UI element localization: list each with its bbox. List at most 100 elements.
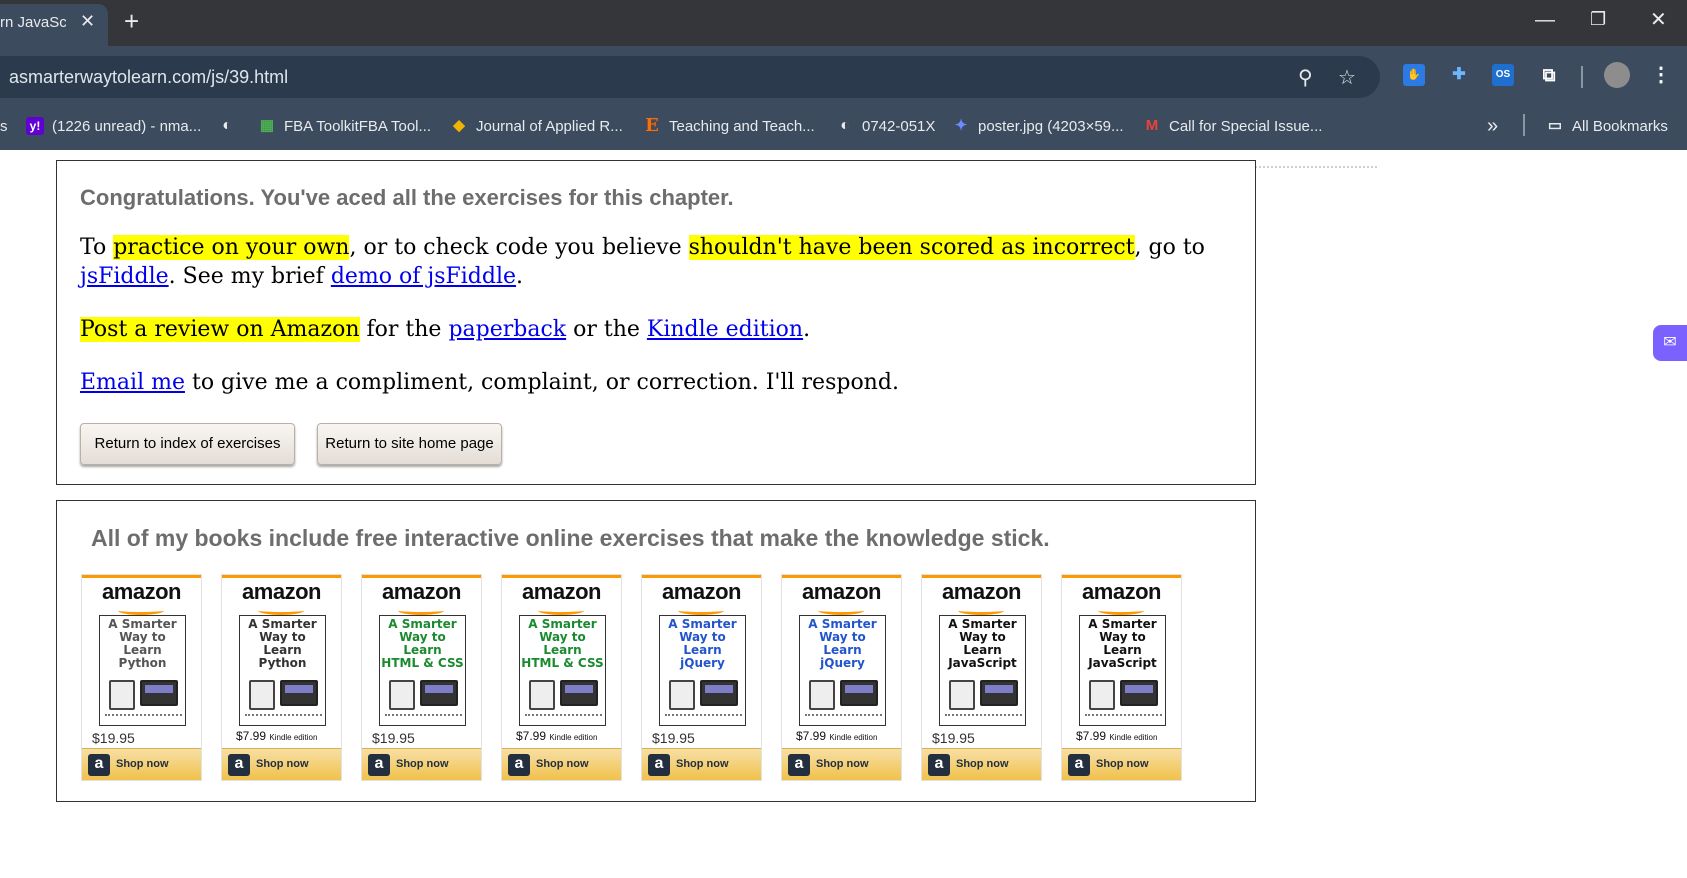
all-bookmarks[interactable]: ▭ All Bookmarks bbox=[1546, 114, 1668, 138]
url-text[interactable]: asmarterwaytolearn.com/js/39.html bbox=[9, 67, 288, 88]
email-paragraph: Email me to give me a compliment, compla… bbox=[80, 368, 1230, 397]
cover-caption-line bbox=[945, 714, 1022, 720]
paperback-link[interactable]: paperback bbox=[448, 317, 566, 342]
book-card[interactable]: amazon A Smarter Way to Learn HTML & CSS… bbox=[501, 574, 622, 781]
shop-now-label: Shop now bbox=[816, 758, 869, 770]
bookmark-teaching[interactable]: E Teaching and Teach... bbox=[643, 114, 815, 138]
bookmark-gmail[interactable]: M Call for Special Issue... bbox=[1143, 114, 1323, 138]
laptop-icon bbox=[560, 680, 598, 706]
amazon-logo: amazon bbox=[802, 579, 881, 604]
amazon-logo: amazon bbox=[522, 579, 601, 604]
restore-icon[interactable]: ❐ bbox=[1590, 10, 1606, 28]
folder-icon: ▭ bbox=[1547, 117, 1563, 134]
shop-now-button[interactable]: a Shop now bbox=[222, 748, 341, 780]
shop-now-button[interactable]: a Shop now bbox=[82, 748, 201, 780]
card-accent-bar bbox=[922, 575, 1041, 578]
tablet-icon bbox=[529, 680, 555, 710]
book-cover[interactable]: A Smarter Way to Learn jQuery bbox=[659, 615, 746, 726]
amazon-logo: amazon bbox=[102, 579, 181, 604]
profile-avatar[interactable] bbox=[1604, 62, 1630, 88]
extensions-icon[interactable]: ⧉ bbox=[1538, 64, 1560, 86]
book-card[interactable]: amazon A Smarter Way to Learn Python $7.… bbox=[221, 574, 342, 781]
bookmarks-overflow-icon[interactable]: » bbox=[1487, 114, 1498, 138]
book-price: $7.99 Kindle edition bbox=[1076, 729, 1158, 743]
bookmark-label: 0742-051X bbox=[862, 117, 936, 135]
shop-now-button[interactable]: a Shop now bbox=[502, 748, 621, 780]
bookmark-star-icon[interactable]: ☆ bbox=[1338, 65, 1356, 90]
bookmark-journal[interactable]: ◆ Journal of Applied R... bbox=[450, 114, 623, 138]
laptop-icon bbox=[700, 680, 738, 706]
shop-now-label: Shop now bbox=[676, 758, 729, 770]
minimize-icon[interactable]: — bbox=[1535, 10, 1555, 30]
book-cover[interactable]: A Smarter Way to Learn HTML & CSS bbox=[519, 615, 606, 726]
book-cover[interactable]: A Smarter Way to Learn JavaScript bbox=[939, 615, 1026, 726]
amazon-logo: amazon bbox=[1082, 579, 1161, 604]
yahoo-icon: y! bbox=[26, 117, 44, 135]
close-window-icon[interactable]: ✕ bbox=[1650, 10, 1667, 30]
cover-caption-line bbox=[1085, 714, 1162, 720]
book-price: $7.99 Kindle edition bbox=[236, 729, 318, 743]
bookmark-label: poster.jpg (4203×59... bbox=[978, 117, 1124, 135]
book-cover-title: A Smarter Way to Learn jQuery bbox=[668, 617, 737, 670]
email-me-link[interactable]: Email me bbox=[80, 370, 185, 395]
book-cover-title: A Smarter Way to Learn Python bbox=[248, 617, 317, 670]
bookmark-issn[interactable]: ◐ 0742-051X bbox=[836, 114, 935, 138]
shop-now-button[interactable]: a Shop now bbox=[782, 748, 901, 780]
shop-now-button[interactable]: a Shop now bbox=[922, 748, 1041, 780]
new-tab-button[interactable]: + bbox=[124, 8, 139, 34]
jsfiddle-link[interactable]: jsFiddle bbox=[80, 264, 169, 289]
active-tab[interactable]: rn JavaScr ✕ bbox=[0, 4, 108, 46]
book-price: $7.99 Kindle edition bbox=[516, 729, 598, 743]
card-accent-bar bbox=[1062, 575, 1181, 578]
bookmark-yahoo[interactable]: y! (1226 unread) - nma... bbox=[26, 114, 201, 138]
book-card[interactable]: amazon A Smarter Way to Learn JavaScript… bbox=[921, 574, 1042, 781]
book-card[interactable]: amazon A Smarter Way to Learn HTML & CSS… bbox=[361, 574, 482, 781]
globe-icon: ◐ bbox=[840, 117, 850, 134]
extension-os-icon[interactable]: OS bbox=[1492, 64, 1514, 86]
book-card[interactable]: amazon A Smarter Way to Learn jQuery $19… bbox=[641, 574, 762, 781]
card-accent-bar bbox=[502, 575, 621, 578]
cover-caption-line bbox=[105, 714, 182, 720]
extension-hand-icon[interactable]: ✋ bbox=[1403, 64, 1425, 86]
book-cover[interactable]: A Smarter Way to Learn Python bbox=[239, 615, 326, 726]
return-to-index-button[interactable]: Return to index of exercises bbox=[80, 423, 295, 465]
menu-kebab-icon[interactable]: ⋮ bbox=[1650, 64, 1672, 86]
congrats-heading: Congratulations. You've aced all the exe… bbox=[80, 185, 734, 210]
book-card[interactable]: amazon A Smarter Way to Learn jQuery $7.… bbox=[781, 574, 902, 781]
text: , go to bbox=[1134, 235, 1205, 260]
book-cover[interactable]: A Smarter Way to Learn HTML & CSS bbox=[379, 615, 466, 726]
tab-close-icon[interactable]: ✕ bbox=[80, 11, 95, 32]
bookmark-globe[interactable]: ◐ bbox=[218, 114, 244, 138]
book-cover[interactable]: A Smarter Way to Learn jQuery bbox=[799, 615, 886, 726]
return-to-home-button[interactable]: Return to site home page bbox=[317, 423, 502, 465]
bookmark-poster[interactable]: ✦ poster.jpg (4203×59... bbox=[952, 114, 1124, 138]
bookmark-prefix[interactable]: s bbox=[0, 114, 8, 138]
browser-toolbar: asmarterwaytolearn.com/js/39.html ⚲ ☆ ✋ … bbox=[0, 46, 1687, 150]
gmail-icon: M bbox=[1145, 117, 1159, 134]
cover-caption-line bbox=[665, 714, 742, 720]
shop-now-button[interactable]: a Shop now bbox=[642, 748, 761, 780]
card-accent-bar bbox=[82, 575, 201, 578]
amazon-logo: amazon bbox=[662, 579, 741, 604]
book-card[interactable]: amazon A Smarter Way to Learn JavaScript… bbox=[1061, 574, 1182, 781]
book-cover[interactable]: A Smarter Way to Learn JavaScript bbox=[1079, 615, 1166, 726]
tablet-icon bbox=[669, 680, 695, 710]
shop-now-button[interactable]: a Shop now bbox=[362, 748, 481, 780]
bookmark-label: Teaching and Teach... bbox=[669, 117, 815, 135]
text: for the bbox=[359, 317, 449, 342]
chat-widget-icon[interactable]: ✉ bbox=[1653, 325, 1687, 361]
card-accent-bar bbox=[362, 575, 481, 578]
extension-puzzle-cross-icon[interactable]: ✚ bbox=[1448, 64, 1470, 86]
kindle-edition-link[interactable]: Kindle edition bbox=[647, 317, 803, 342]
laptop-icon bbox=[840, 680, 878, 706]
shop-now-button[interactable]: a Shop now bbox=[1062, 748, 1181, 780]
amazon-smile-icon bbox=[958, 606, 1004, 615]
bookmark-fba[interactable]: ▦ FBA ToolkitFBA Tool... bbox=[258, 114, 431, 138]
book-cover[interactable]: A Smarter Way to Learn Python bbox=[99, 615, 186, 726]
address-bar[interactable]: asmarterwaytolearn.com/js/39.html ⚲ ☆ bbox=[0, 56, 1380, 98]
jsfiddle-demo-link[interactable]: demo of jsFiddle bbox=[331, 264, 516, 289]
book-card[interactable]: amazon A Smarter Way to Learn Python $19… bbox=[81, 574, 202, 781]
text: . bbox=[516, 264, 524, 289]
amazon-logo: amazon bbox=[242, 579, 321, 604]
zoom-icon[interactable]: ⚲ bbox=[1298, 65, 1313, 90]
